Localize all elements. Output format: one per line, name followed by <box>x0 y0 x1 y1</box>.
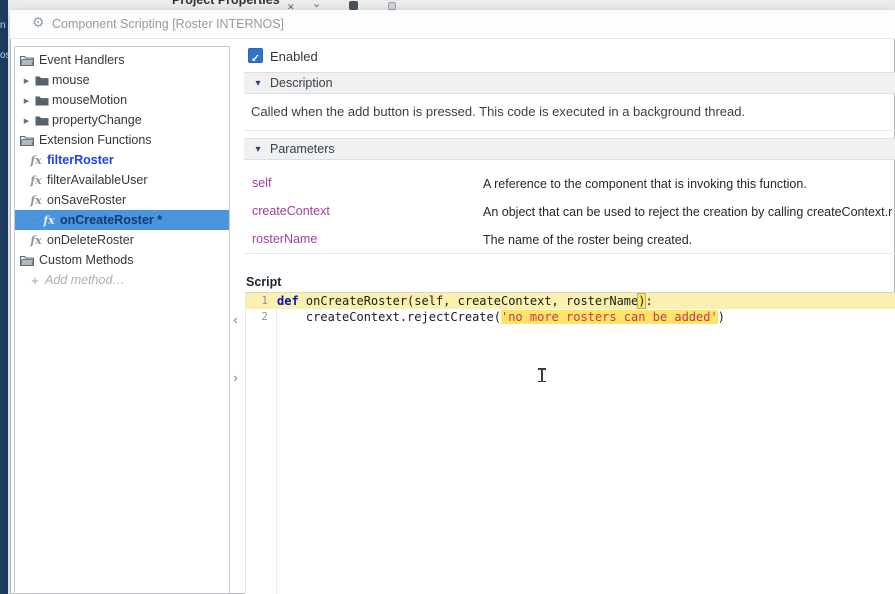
folder-icon <box>35 95 49 106</box>
left-edge-panel: n os <box>0 0 8 594</box>
chevron-down-icon[interactable] <box>312 0 324 8</box>
tree-item-mouse[interactable]: mouse <box>15 70 229 90</box>
function-icon <box>29 193 43 207</box>
code-token: : <box>645 294 653 308</box>
tree-item-extension-functions[interactable]: Extension Functions <box>15 130 229 150</box>
dialog-title: Component Scripting [Roster INTERNOS] <box>52 17 285 31</box>
function-icon <box>42 213 56 227</box>
text-cursor <box>538 368 545 382</box>
parameters-section-header[interactable]: Parameters <box>244 138 895 160</box>
tree-item-mousemotion[interactable]: mouseMotion <box>15 90 229 110</box>
background-window-topbar: Project Properties <box>8 0 895 10</box>
parameters-header-label: Parameters <box>270 142 335 156</box>
parameter-description: A reference to the component that is inv… <box>483 177 807 191</box>
tree-item-label: onCreateRoster * <box>60 213 163 227</box>
splitter-collapse-left-icon[interactable] <box>229 313 242 329</box>
folder-open-icon <box>20 255 34 266</box>
parameter-description: An object that can be used to reject the… <box>483 205 893 219</box>
tree-item-event-handlers[interactable]: Event Handlers <box>15 50 229 70</box>
code-text: def onCreateRoster(self, createContext, … <box>277 293 653 309</box>
line-number: 1 <box>261 294 268 307</box>
folder-icon <box>35 75 49 86</box>
code-string: 'no more rosters can be added' <box>500 310 718 324</box>
collapse-triangle-icon <box>253 74 263 92</box>
code-text: createContext.rejectCreate('no more rost… <box>277 309 725 325</box>
code-line-current: 1 def onCreateRoster(self, createContext… <box>246 293 895 309</box>
tree-item-oncreateroster-selected[interactable]: onCreateRoster * <box>15 210 229 230</box>
splitter-expand-right-icon[interactable] <box>229 371 242 387</box>
code-token: ) <box>717 310 725 324</box>
divider <box>244 130 895 131</box>
add-method-label: Add method… <box>45 273 125 287</box>
add-method-button[interactable]: Add method… <box>15 270 229 290</box>
tree-item-filteravailableuser[interactable]: filterAvailableUser <box>15 170 229 190</box>
gutter-separator <box>276 293 277 594</box>
tree-item-label: filterRoster <box>47 153 114 167</box>
dialog-titlebar[interactable]: Component Scripting [Roster INTERNOS] <box>10 10 895 39</box>
tree-item-label: mouseMotion <box>52 93 128 107</box>
tree-item-ondeleteroster[interactable]: onDeleteRoster <box>15 230 229 250</box>
code-keyword: def <box>277 294 299 308</box>
parameter-name: createContext <box>252 204 330 218</box>
tree-item-label: onDeleteRoster <box>47 233 134 247</box>
tree-item-label: Event Handlers <box>39 53 125 67</box>
collapse-triangle-icon <box>253 140 263 158</box>
enabled-checkbox[interactable] <box>248 48 263 63</box>
script-label: Script <box>246 275 282 289</box>
code-line: 2 createContext.rejectCreate('no more ro… <box>246 309 895 325</box>
function-icon <box>29 233 43 247</box>
tree-item-label: propertyChange <box>52 113 142 127</box>
code-token: onCreateRoster(self, createContext, rost… <box>298 294 639 308</box>
tab-project-properties[interactable]: Project Properties <box>172 0 280 7</box>
divider <box>244 253 895 254</box>
parameter-row: createContext An object that can be used… <box>244 204 895 224</box>
tree-item-label: filterAvailableUser <box>47 173 148 187</box>
component-scripting-icon <box>32 14 48 32</box>
enabled-label: Enabled <box>270 49 318 64</box>
expand-arrow-icon[interactable] <box>21 93 32 107</box>
screen: n os Project Properties Component Script… <box>0 0 895 594</box>
toolbar-icon[interactable] <box>349 1 358 10</box>
folder-open-icon <box>20 55 34 66</box>
tree-item-filterroster[interactable]: filterRoster <box>15 150 229 170</box>
description-section-header[interactable]: Description <box>244 72 895 94</box>
handler-tree: Event Handlers mouse mouseMotion propert… <box>14 46 230 594</box>
tree-item-label: Extension Functions <box>39 133 152 147</box>
parameter-name: self <box>252 176 272 190</box>
description-header-label: Description <box>270 76 333 90</box>
tree-item-label: onSaveRoster <box>47 193 127 207</box>
parameter-description: The name of the roster being created. <box>483 233 693 247</box>
parameter-row: self A reference to the component that i… <box>244 176 895 196</box>
tree-item-custom-methods[interactable]: Custom Methods <box>15 250 229 270</box>
tree-item-label: Custom Methods <box>39 253 134 267</box>
expand-arrow-icon[interactable] <box>21 73 32 87</box>
clipped-text-fragment: n <box>0 20 6 31</box>
clipped-text-fragment: os <box>0 50 8 61</box>
folder-open-icon <box>20 135 34 146</box>
folder-icon <box>35 115 49 126</box>
description-text: Called when the add button is pressed. T… <box>251 104 746 119</box>
expand-arrow-icon[interactable] <box>21 113 32 127</box>
line-number: 2 <box>261 310 268 323</box>
function-icon <box>29 173 43 187</box>
function-icon <box>29 153 43 167</box>
code-token: createContext.rejectCreate( <box>277 310 501 324</box>
tree-item-propertychange[interactable]: propertyChange <box>15 110 229 130</box>
toolbar-icon[interactable] <box>388 2 396 10</box>
tree-item-onsaveroster[interactable]: onSaveRoster <box>15 190 229 210</box>
parameter-row: rosterName The name of the roster being … <box>244 232 895 252</box>
tree-item-label: mouse <box>52 73 90 87</box>
tab-close-icon[interactable] <box>287 0 297 9</box>
plus-icon <box>29 273 41 288</box>
parameter-name: rosterName <box>252 232 318 246</box>
tree-connector <box>29 219 37 221</box>
script-editor[interactable]: 1 def onCreateRoster(self, createContext… <box>245 292 895 594</box>
